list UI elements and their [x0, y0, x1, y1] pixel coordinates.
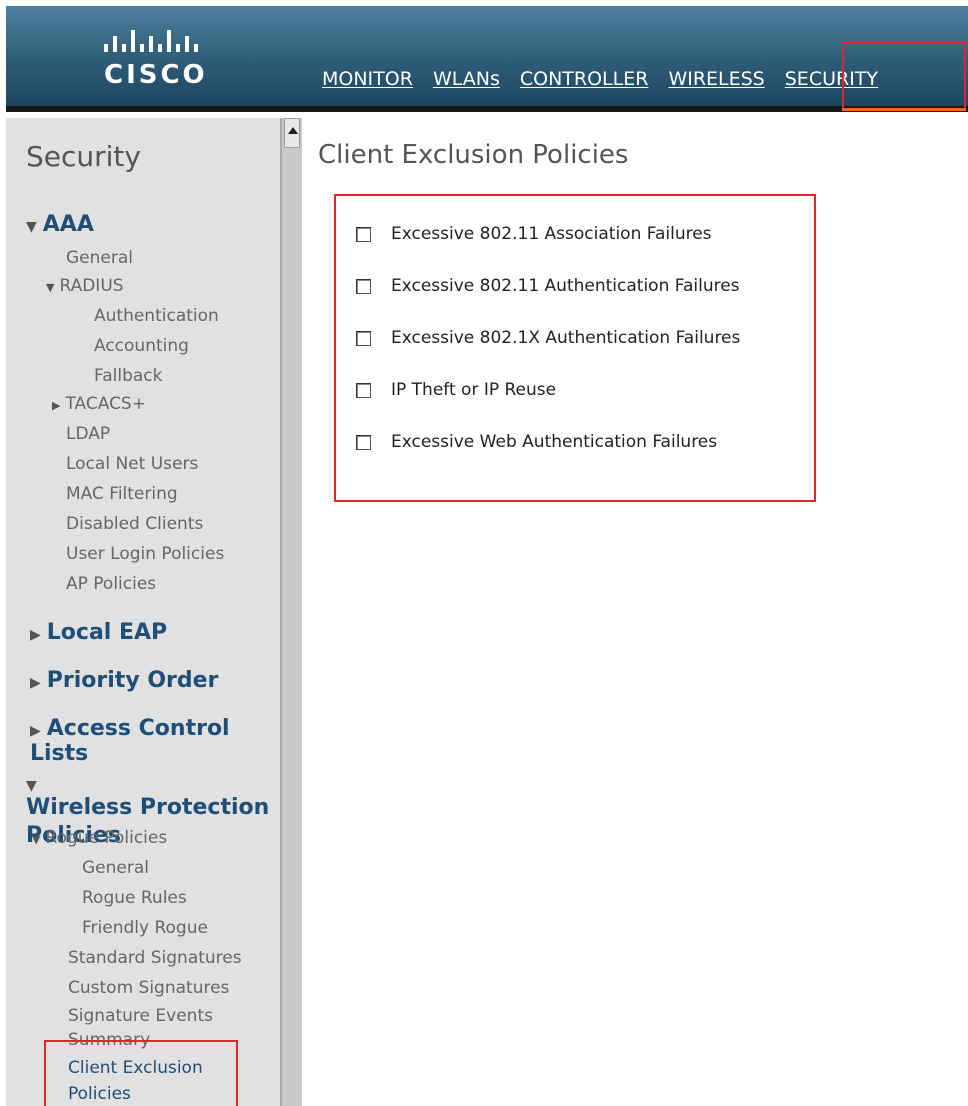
sidebar-item-rogue-rules[interactable]: Rogue Rules [82, 888, 187, 908]
checkbox[interactable] [356, 330, 371, 346]
page-title: Client Exclusion Policies [318, 140, 629, 170]
sidebar-item-custom-signatures[interactable]: Custom Signatures [68, 978, 229, 998]
option-label: Excessive 802.11 Authentication Failures [391, 276, 740, 296]
sidebar-item-disabled-clients[interactable]: Disabled Clients [66, 514, 203, 534]
collapsed-arrow-icon: ▶ [52, 399, 61, 412]
sidebar-item-tacacs[interactable]: ▶ TACACS+ [52, 394, 146, 414]
expanded-arrow-icon: ▼ [26, 219, 37, 235]
sidebar-section-aaa[interactable]: ▼ AAA [26, 212, 94, 237]
sidebar-item-rogue-general[interactable]: General [82, 858, 149, 878]
nav-wireless[interactable]: WIRELESS [658, 68, 774, 90]
nav-security-active-indicator [842, 108, 966, 111]
top-header: CISCO MONITOR WLANs CONTROLLER WIRELESS … [6, 6, 968, 112]
sidebar-item-mac-filtering[interactable]: MAC Filtering [66, 484, 178, 504]
expanded-arrow-icon: ▼ [26, 778, 37, 794]
sidebar-item-ldap[interactable]: LDAP [66, 424, 110, 444]
sidebar-selection-highlight [44, 1040, 238, 1106]
nav-security-highlight [842, 42, 966, 110]
option-association-failures[interactable]: Excessive 802.11 Association Failures [356, 224, 712, 244]
collapsed-arrow-icon: ▶ [30, 675, 41, 691]
sidebar-item-rogue-policies[interactable]: ▼ Rogue Policies [32, 828, 167, 848]
option-web-authentication-failures[interactable]: Excessive Web Authentication Failures [356, 432, 717, 452]
option-label: Excessive 802.11 Association Failures [391, 224, 712, 244]
option-ip-theft[interactable]: IP Theft or IP Reuse [356, 380, 556, 400]
checkbox[interactable] [356, 434, 371, 450]
cisco-logo-bars-icon [104, 26, 224, 52]
sidebar: Security ▼ AAA General ▼ RADIUS Authentica… [6, 118, 282, 1106]
collapsed-arrow-icon: ▶ [30, 627, 41, 643]
sidebar-item-user-login-policies[interactable]: User Login Policies [66, 544, 224, 564]
sidebar-item-aaa-general[interactable]: General [66, 248, 133, 268]
nav-monitor[interactable]: MONITOR [312, 68, 423, 90]
sidebar-section-access-control-lists[interactable]: ▶ Access Control Lists [30, 716, 282, 766]
expanded-arrow-icon: ▼ [46, 281, 55, 294]
sidebar-section-priority-order[interactable]: ▶ Priority Order [30, 668, 218, 693]
checkbox[interactable] [356, 278, 371, 294]
cisco-logo-text: CISCO [104, 60, 208, 90]
sidebar-item-signature-events[interactable]: Signature Events [68, 1006, 213, 1026]
sidebar-item-radius-fallback[interactable]: Fallback [94, 366, 162, 386]
nav-controller[interactable]: CONTROLLER [510, 68, 659, 90]
main-nav: MONITOR WLANs CONTROLLER WIRELESS SECURI… [312, 68, 888, 90]
cisco-logo: CISCO [104, 26, 224, 106]
option-label: IP Theft or IP Reuse [391, 380, 557, 400]
sidebar-scrollbar[interactable] [280, 118, 302, 1106]
sidebar-title: Security [26, 140, 141, 173]
checkbox[interactable] [356, 382, 371, 398]
sidebar-item-radius[interactable]: ▼ RADIUS [46, 276, 124, 296]
option-label: Excessive Web Authentication Failures [391, 432, 718, 452]
sidebar-item-standard-signatures[interactable]: Standard Signatures [68, 948, 242, 968]
sidebar-section-local-eap[interactable]: ▶ Local EAP [30, 620, 167, 645]
nav-wlans[interactable]: WLANs [423, 68, 510, 90]
option-label: Excessive 802.1X Authentication Failures [391, 328, 741, 348]
sidebar-item-ap-policies[interactable]: AP Policies [66, 574, 156, 594]
sidebar-item-friendly-rogue[interactable]: Friendly Rogue [82, 918, 208, 938]
scroll-up-arrow-icon[interactable] [284, 118, 300, 148]
checkbox[interactable] [356, 226, 371, 242]
collapsed-arrow-icon: ▶ [30, 723, 41, 739]
sidebar-item-local-net-users[interactable]: Local Net Users [66, 454, 198, 474]
expanded-arrow-icon: ▼ [32, 833, 41, 846]
option-8021x-authentication-failures[interactable]: Excessive 802.1X Authentication Failures [356, 328, 740, 348]
sidebar-item-radius-accounting[interactable]: Accounting [94, 336, 189, 356]
sidebar-item-radius-authentication[interactable]: Authentication [94, 306, 219, 326]
option-80211-authentication-failures[interactable]: Excessive 802.11 Authentication Failures [356, 276, 740, 296]
